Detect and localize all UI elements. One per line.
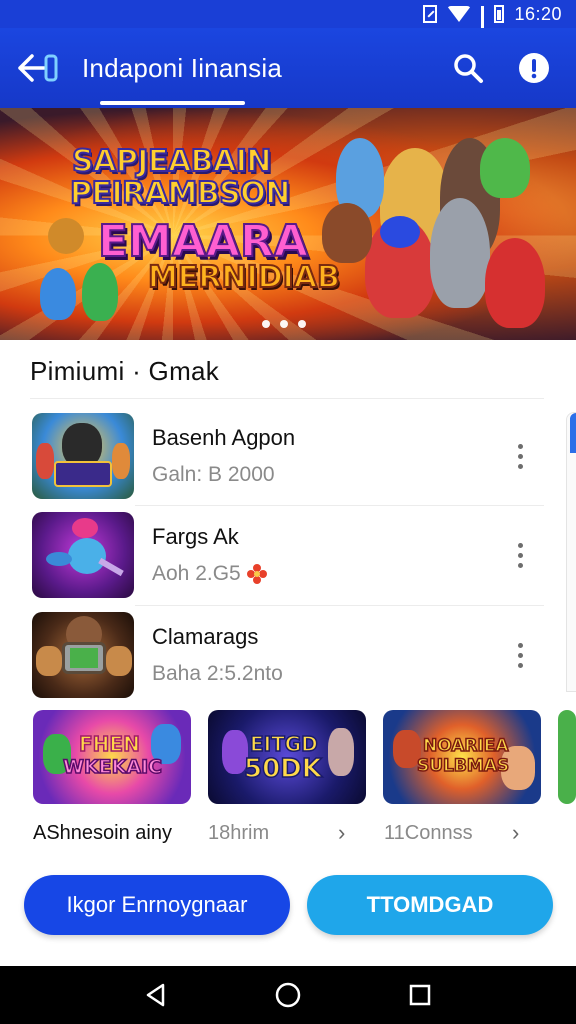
side-panel-edge[interactable] [566, 412, 576, 692]
list-item[interactable]: Clamarags Baha 2:5.2nto [30, 607, 544, 703]
signal-icon [481, 6, 485, 60]
list-item[interactable]: Fargs Ak Aoh 2.G5 [30, 507, 544, 603]
featured-banner[interactable]: SAPJEABAIN PEIRAMBSON EMAARA MERNIDIAB [0, 108, 576, 340]
banner-line-4: MERNIDIAB [147, 259, 341, 296]
card-art-text: WKEKAIC [62, 755, 163, 779]
divider [135, 605, 544, 606]
list-item-subtitle: Aoh 2.G5 [152, 562, 241, 585]
game-thumbnail [32, 612, 134, 698]
list-item-subtitle: Baha 2:5.2nto [152, 662, 283, 685]
more-options-button[interactable] [508, 535, 532, 575]
card-art-text: EITGD [249, 731, 318, 757]
nav-home-button[interactable] [266, 973, 310, 1017]
info-button[interactable] [510, 44, 558, 92]
card-caption: AShnesoin ainy [33, 822, 172, 844]
flower-badge-icon [246, 564, 267, 584]
hero-figure [430, 198, 490, 308]
hero-figure [480, 138, 530, 198]
section-title: Pimiumi · Gmak [30, 356, 220, 386]
divider [30, 398, 544, 399]
banner-page-indicator[interactable] [262, 320, 306, 328]
page-dot[interactable] [280, 320, 288, 328]
search-icon [454, 54, 483, 83]
screen: 16:20 Indaponi Iinansia SAPJEABAIN PEIRA… [0, 0, 576, 1024]
banner-line-1: SAPJEABAIN [71, 143, 273, 180]
nav-back-button[interactable] [134, 973, 178, 1017]
card-art-text: 50DK [243, 753, 322, 785]
more-options-button[interactable] [508, 635, 532, 675]
page-dot[interactable] [262, 320, 270, 328]
hero-figure [322, 203, 372, 263]
hero-figure [40, 268, 76, 320]
nav-recents-button[interactable] [398, 973, 442, 1017]
back-arrow-icon [18, 54, 58, 82]
divider [135, 505, 544, 506]
game-card[interactable]: EITGD 50DK [208, 710, 366, 804]
hero-figure [380, 216, 420, 248]
list-item-subtitle: Galn: B 2000 [152, 463, 275, 486]
search-button[interactable] [444, 44, 492, 92]
list-item-title: Fargs Ak [152, 524, 239, 549]
card-art-text: NOARIEA [422, 735, 509, 757]
list-item-title: Clamarags [152, 624, 259, 649]
banner-line-2: PEIRAMBSON [69, 175, 291, 212]
game-thumbnail [32, 413, 134, 499]
card-art-text: SULBMAS [416, 755, 510, 777]
page-dot[interactable] [298, 320, 306, 328]
info-icon [519, 53, 549, 83]
secondary-action-button[interactable]: TTOMDGAD [307, 875, 553, 935]
primary-action-button[interactable]: Ikgor Enrnoygnaar [24, 875, 290, 935]
card-caption: 18hrim [208, 822, 270, 844]
system-nav-bar [0, 966, 576, 1024]
triangle-back-icon [146, 983, 165, 1007]
chevron-right-icon[interactable]: › [338, 820, 345, 846]
game-card-partial[interactable] [558, 710, 576, 804]
chevron-right-icon[interactable]: › [512, 820, 519, 846]
list-item-title: Basenh Agpon [152, 425, 296, 450]
game-card[interactable]: FHEN WKEKAIC [33, 710, 191, 804]
more-options-button[interactable] [508, 436, 532, 476]
square-recents-icon [409, 984, 431, 1006]
list-item[interactable]: Basenh Agpon Galn: B 2000 [30, 408, 544, 504]
app-bar: Indaponi Iinansia [0, 28, 576, 108]
circle-home-icon [275, 982, 301, 1008]
status-time: 16:20 [514, 3, 562, 24]
hero-figure [485, 238, 545, 328]
status-bar: 16:20 [0, 0, 576, 60]
card-art-text: FHEN [78, 731, 140, 757]
tab-indicator [100, 101, 245, 105]
sim-icon [423, 5, 438, 23]
card-caption: 11Connss [384, 822, 473, 844]
page-title: Indaponi Iinansia [82, 52, 282, 83]
game-thumbnail [32, 512, 134, 598]
game-card[interactable]: NOARIEA SULBMAS [383, 710, 541, 804]
hero-figure [48, 218, 84, 254]
back-button[interactable] [8, 38, 68, 98]
hero-figure [82, 263, 118, 321]
wifi-icon [447, 6, 472, 22]
battery-icon [494, 5, 505, 23]
